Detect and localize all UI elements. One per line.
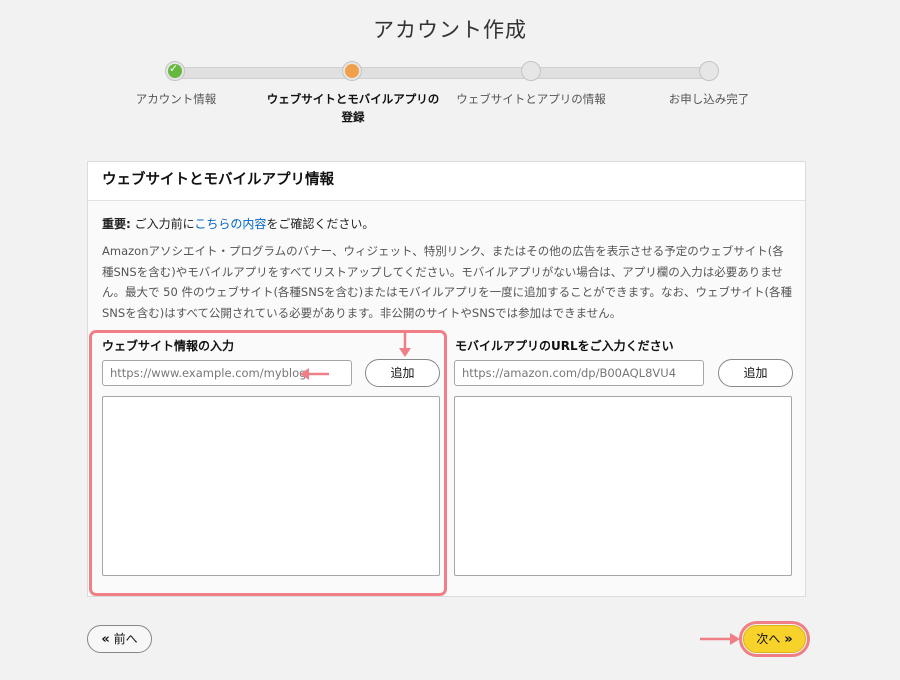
next-button[interactable]: 次へ » — [743, 625, 806, 653]
next-label: 次へ — [756, 632, 781, 646]
mobile-list-area[interactable] — [454, 396, 792, 576]
important-mid: ご入力前に — [130, 217, 195, 231]
important-suffix: をご確認ください。 — [266, 217, 375, 231]
step-2-label-line2: 登録 — [341, 110, 365, 124]
step-4-indicator — [699, 61, 719, 81]
prev-label: 前へ — [113, 632, 138, 646]
step-2-label-line1: ウェブサイトとモバイルアプリの — [266, 92, 440, 106]
step-3-label: ウェブサイトとアプリの情報 — [456, 92, 606, 106]
panel-title: ウェブサイトとモバイルアプリ情報 — [88, 162, 805, 201]
step-1-indicator: ✓ — [165, 61, 185, 81]
instructions-text: Amazonアソシエイト・プログラムのバナー、ウィジェット、特別リンク、またはそ… — [102, 244, 792, 320]
check-icon: ✓ — [169, 62, 179, 75]
mobile-url-input[interactable]: https://amazon.com/dp/B00AQL8VU4 — [454, 360, 704, 386]
step-2-indicator — [342, 61, 362, 81]
important-prefix: 重要: — [102, 217, 131, 231]
important-notice: 重要: ご入力前にこちらの内容をご確認ください。 — [102, 215, 374, 232]
stepper-track — [175, 67, 710, 79]
arrow-icon — [300, 368, 329, 380]
step-1-label: アカウント情報 — [135, 92, 217, 106]
step-current-fill — [345, 64, 359, 78]
notice-link[interactable]: こちらの内容 — [194, 217, 266, 231]
arrow-icon — [700, 633, 740, 645]
arrow-icon — [399, 333, 411, 357]
page-title: アカウント作成 — [373, 18, 527, 42]
double-chevron-right-icon: » — [784, 632, 793, 647]
website-highlight-box — [89, 330, 447, 596]
step-3-indicator — [521, 61, 541, 81]
double-chevron-left-icon: « — [101, 632, 110, 647]
step-2-label: ウェブサイトとモバイルアプリの 登録 — [253, 90, 453, 126]
prev-button[interactable]: « 前へ — [87, 625, 152, 653]
mobile-add-button[interactable]: 追加 — [718, 359, 793, 387]
step-4-label: お申し込み完了 — [668, 92, 750, 106]
mobile-section-title: モバイルアプリのURLをご入力ください — [455, 339, 674, 353]
